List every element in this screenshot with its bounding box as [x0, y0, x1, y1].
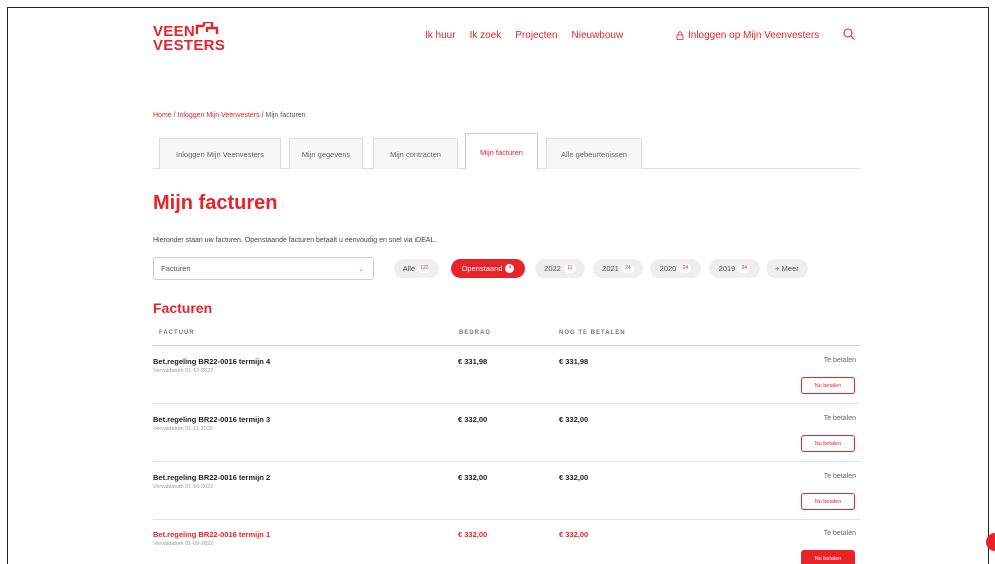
nav-nieuwbouw[interactable]: Nieuwbouw — [572, 30, 624, 41]
intro-text: Hieronder staan uw facturen. Openstaande… — [153, 237, 437, 244]
section-title: Facturen — [153, 300, 213, 316]
login-link[interactable]: Inloggen op Mijn Veenvesters — [676, 30, 819, 41]
tab-alle-gebeurtenissen[interactable]: Alle gebeurtenissen — [546, 138, 642, 169]
invoice-name[interactable]: Bet.regeling BR22-0016 termijn 2 — [153, 473, 270, 482]
invoice-status: Te betalen — [823, 473, 856, 480]
veenvesters-logo[interactable]: VEEN VESTERS — [153, 22, 233, 60]
breadcrumb-home[interactable]: Home — [153, 112, 172, 119]
invoice-row: Bet.regeling BR22-0016 termijn 4 Vervald… — [153, 346, 860, 404]
pay-now-button[interactable]: Nu betalen — [801, 493, 855, 510]
column-nog-te-betalen: NOG TE BETALEN — [559, 330, 626, 336]
breadcrumb-current: Mijn facturen — [265, 112, 306, 119]
invoice-status: Te betalen — [823, 357, 856, 364]
nav-projecten[interactable]: Projecten — [515, 30, 557, 41]
filter-more[interactable]: + Meer — [766, 259, 808, 278]
chip-count: 4 — [505, 264, 515, 273]
tab-mijn-facturen[interactable]: Mijn facturen — [465, 133, 538, 170]
filter-openstaand[interactable]: Openstaand 4 — [451, 259, 525, 278]
filter-2020[interactable]: 2020 24 — [650, 259, 701, 278]
invoice-row: Bet.regeling BR22-0016 termijn 2 Vervald… — [153, 462, 860, 520]
invoice-remaining: € 332,00 — [559, 473, 589, 482]
invoice-due-date: Vervaldatum 01-11-2022 — [153, 426, 213, 432]
invoice-amount: € 332,00 — [458, 415, 488, 424]
pay-now-button[interactable]: Nu betalen — [801, 435, 855, 452]
nav-ik-huur[interactable]: Ik huur — [425, 30, 456, 41]
invoice-amount: € 332,00 — [458, 530, 488, 539]
invoice-name[interactable]: Bet.regeling BR22-0016 termijn 1 — [153, 530, 270, 539]
login-label: Inloggen op Mijn Veenvesters — [688, 30, 820, 41]
invoice-name[interactable]: Bet.regeling BR22-0016 termijn 4 — [153, 357, 270, 366]
filter-alle[interactable]: Alle 122 — [394, 259, 439, 278]
main-nav: Ik huur Ik zoek Projecten Nieuwbouw — [425, 30, 637, 41]
filter-2022[interactable]: 2022 11 — [535, 259, 585, 278]
search-icon[interactable] — [842, 27, 856, 41]
chip-label: 2021 — [602, 264, 619, 273]
invoice-due-date: Vervaldatum 01-10-2022 — [153, 484, 214, 490]
chip-count: 24 — [621, 264, 634, 273]
invoice-amount: € 332,00 — [458, 473, 488, 482]
chip-label: + Meer — [775, 264, 799, 273]
pay-now-button[interactable]: Nu betalen — [801, 377, 855, 394]
chevron-down-icon: ⌄ — [358, 266, 364, 273]
invoice-status: Te betalen — [823, 415, 856, 422]
invoice-type-select[interactable]: Facturen ⌄ — [153, 257, 374, 280]
column-bedrag: BEDRAG — [459, 330, 492, 336]
chip-count: 11 — [563, 264, 576, 273]
column-factuur: FACTUUR — [159, 330, 195, 336]
invoice-remaining: € 332,00 — [559, 530, 589, 539]
chip-label: Alle — [402, 264, 416, 273]
breadcrumb-parent[interactable]: Inloggen Mijn Veenvesters — [178, 112, 260, 119]
chip-label: Openstaand — [461, 264, 503, 273]
breadcrumb: Home / Inloggen Mijn Veenvesters / Mijn … — [153, 112, 306, 119]
invoice-remaining: € 332,00 — [559, 415, 589, 424]
invoice-name[interactable]: Bet.regeling BR22-0016 termijn 3 — [153, 415, 270, 424]
chip-label: 2019 — [718, 264, 736, 273]
invoice-amount: € 331,98 — [458, 357, 488, 366]
table-header: FACTUUR BEDRAG NOG TE BETALEN — [153, 327, 860, 346]
pay-now-button[interactable]: Nu betalen — [801, 550, 855, 564]
nav-ik-zoek[interactable]: Ik zoek — [470, 30, 502, 41]
lock-icon — [676, 31, 684, 40]
logo-roof-icon — [195, 22, 219, 34]
select-value: Facturen — [161, 264, 191, 273]
chip-label: 2022 — [544, 264, 561, 273]
filter-2019[interactable]: 2019 24 — [709, 259, 760, 278]
account-tabs: Inloggen Mijn Veenvesters Mijn gegevens … — [153, 133, 860, 170]
chip-count: 24 — [679, 264, 692, 273]
page-title: Mijn facturen — [153, 192, 278, 214]
invoice-row: Bet.regeling BR22-0016 termijn 1 Vervald… — [153, 519, 860, 564]
invoice-status: Te betalen — [823, 530, 856, 537]
invoice-due-date: Vervaldatum 01-09-2022 — [153, 541, 214, 547]
tab-mijn-gegevens[interactable]: Mijn gegevens — [289, 138, 363, 169]
filter-2021[interactable]: 2021 24 — [593, 259, 643, 278]
chip-count: 24 — [738, 264, 751, 273]
invoice-remaining: € 331,98 — [559, 357, 589, 366]
tab-mijn-contracten[interactable]: Mijn contracten — [373, 138, 458, 169]
chip-label: 2020 — [659, 264, 677, 273]
tab-inloggen[interactable]: Inloggen Mijn Veenvesters — [159, 138, 281, 169]
chip-count: 122 — [418, 264, 431, 273]
invoice-due-date: Vervaldatum 01-12-2022 — [153, 368, 214, 374]
invoice-row: Bet.regeling BR22-0016 termijn 3 Vervald… — [153, 404, 860, 462]
